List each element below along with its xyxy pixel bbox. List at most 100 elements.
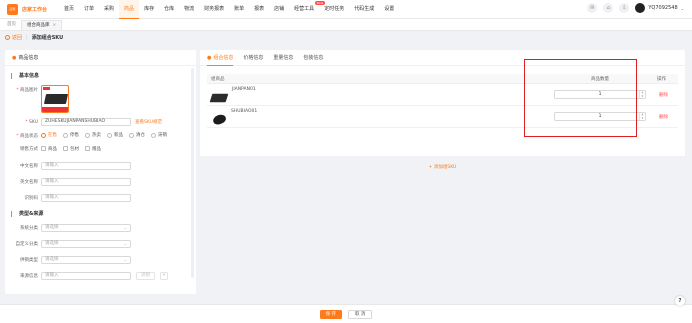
chevron-down-icon: ⌄ [123,241,127,246]
cn-name-label: 中文名称 [20,164,38,169]
nav-item-label: 店铺 [274,5,285,12]
code-input[interactable]: 请输入 [41,194,131,202]
app-logo[interactable]: 店家 店家工作台 [7,3,53,15]
save-button[interactable]: 保 存 [319,309,342,319]
nav-item[interactable]: 采购 [99,0,119,19]
sku-label: * SKU [25,119,38,125]
page-tab[interactable]: 首页 [2,20,21,30]
info-tab-label: 组合信息 [213,54,234,61]
status-radio-label: 在售 [48,133,57,138]
nav-item[interactable]: 账单 [229,0,249,19]
stepper-arrows-icon[interactable]: ▲ ▼ [639,91,645,98]
info-tab[interactable]: 重量信息 [273,50,293,66]
back-button[interactable]: ‹ 返回 [5,34,22,41]
footer-actions: 保 存 取 消 [0,304,692,323]
bullet-icon: ● [207,54,212,61]
cn-name-input[interactable]: 请输入 [41,162,131,170]
status-radio[interactable]: 滞销 [151,132,167,138]
nav-item[interactable]: 库存 [139,0,159,19]
nav-item[interactable]: 财务报表 [199,0,229,19]
message-icon[interactable]: ✉ [587,3,598,13]
product-info-panel: ● 商品信息 基本信息 * 商品图片 * SKU ZUHESKUJIANPANSH… [5,50,196,294]
delete-link[interactable]: 删除 [653,114,678,120]
info-tab[interactable]: ● 组合信息 [207,50,234,66]
nav-item[interactable]: 经营工具 New [289,0,326,19]
nav-item[interactable]: 仓库 [159,0,179,19]
source-identify-button[interactable]: 识别 [136,272,155,280]
chevron-down-icon[interactable]: ⌄ [681,6,684,11]
sale-checkbox[interactable]: 包材 [63,146,79,152]
bullet-icon: ● [12,55,17,61]
nav-item[interactable]: 设置 [379,0,399,19]
prod-type-select[interactable]: 请选择 ⌄ [41,256,131,264]
product-sku-name: SHUBIAO01 [231,108,258,114]
status-radio-label: 停售 [70,133,79,138]
nav-item[interactable]: 订单 [79,0,99,19]
help-icon[interactable]: ? [675,296,685,306]
status-radio[interactable]: 新品 [107,132,123,138]
sale-checkbox[interactable]: 赠品 [85,146,101,152]
info-tab[interactable]: 价格信息 [243,50,263,66]
product-sku-name: JIANPAN01 [232,86,256,92]
sale-checkbox[interactable]: 商品 [41,146,57,152]
status-radio[interactable]: 清仓 [129,132,145,138]
sku-spec-link[interactable]: 查看SKU规范 [135,119,162,125]
code-row: 识别码 请输入 [5,194,196,202]
left-panel-scrollbar[interactable] [191,68,194,278]
sale-checkbox-label: 包材 [70,146,79,152]
page-title: 添加组合SKU [31,35,64,41]
radio-circle [63,132,68,138]
status-radio-label: 清仓 [136,133,145,138]
radio-circle [85,132,90,138]
code-label: 识别码 [24,196,39,201]
notification-icon[interactable]: ⌂ [603,3,614,13]
user-name[interactable]: YQ7092548 [648,5,677,11]
info-tab-label: 价格信息 [243,54,264,61]
source-add-button[interactable]: + [160,272,168,280]
prod-type-row: 供销类型 请选择 ⌄ [5,256,196,264]
keyboard-thumbnail-image [43,94,68,104]
nav-item[interactable]: 商品 [119,0,140,19]
nav-item-label: 库存 [144,5,155,12]
app-logo-text: 店家工作台 [22,6,48,13]
page-tab-label: 组合商品库 [27,22,50,28]
en-name-row: 英文名称 请输入 [5,178,196,186]
info-tab[interactable]: 包装信息 [303,50,323,66]
delete-link[interactable]: 删除 [653,92,678,98]
page-tab[interactable]: 组合商品库 × [21,19,63,30]
radio-circle [151,132,156,138]
stepper-arrows-icon[interactable]: ▲ ▼ [639,113,645,120]
nav-item-label: 财务报表 [204,5,225,12]
avatar[interactable] [635,3,646,13]
sale-checkbox-label: 商品 [48,146,57,152]
en-name-input[interactable]: 请输入 [41,178,131,186]
en-name-label: 英文名称 [20,180,38,185]
back-label: 返回 [12,35,23,41]
nav-item[interactable]: 店铺 [269,0,289,19]
source-input[interactable]: 请输入 [41,272,131,280]
status-radio[interactable]: 热卖 [85,132,101,138]
back-arrow-icon: ‹ [5,35,10,40]
sys-cat-select[interactable]: 请选择 ⌄ [41,224,131,232]
download-icon[interactable]: ⇩ [619,3,630,13]
product-image-upload[interactable] [41,85,69,113]
custom-cat-select[interactable]: 请选择 ⌄ [41,240,131,248]
image-row: * 商品图片 [5,85,196,113]
nav-item[interactable]: 报表 [249,0,269,19]
nav-item[interactable]: 物流 [179,0,199,19]
chevron-down-icon: ⌄ [123,225,127,230]
nav-item[interactable]: 定时任务 [319,0,349,19]
breadcrumb: ‹ 返回 | 添加组合SKU [5,33,63,42]
product-cell: JIANPAN01 [207,84,547,106]
add-sku-link[interactable]: + 添加组SKU [207,164,678,170]
close-icon[interactable]: × [53,23,57,28]
nav-item[interactable]: 首页 [59,0,79,19]
nav-item[interactable]: 代码生成 [349,0,379,19]
keyboard-thumbnail-image [209,93,229,102]
product-cell: SHUBIAO01 [207,106,547,128]
top-navigation-bar: 店家 店家工作台 首页 订单 采购 商品 库存 仓库 物流 财务报表 账单 报表 店铺 经营工具 New… [0,0,692,19]
sku-input[interactable]: ZUHESKUJIANPANSHUBIAO [41,118,131,126]
status-radio[interactable]: 在售 [41,132,57,138]
status-radio[interactable]: 停售 [63,132,79,138]
cancel-button[interactable]: 取 消 [348,309,373,319]
